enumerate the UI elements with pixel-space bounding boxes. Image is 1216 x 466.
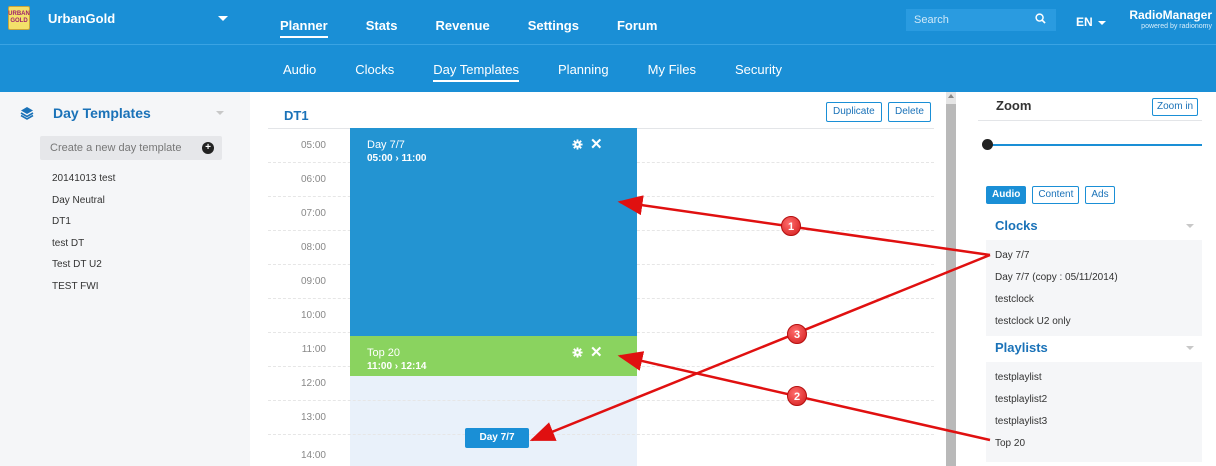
clock-item[interactable]: testclock: [995, 294, 1034, 305]
time-label: 07:00: [300, 208, 326, 219]
day-template-list: 20141013 test Day Neutral DT1 test DT Te…: [52, 172, 115, 301]
time-label: 10:00: [300, 310, 326, 321]
step-badge: 3: [787, 324, 807, 344]
scrollbar-thumb[interactable]: [946, 104, 956, 466]
subnav-my-files[interactable]: My Files: [648, 62, 696, 82]
nav-forum[interactable]: Forum: [617, 18, 657, 38]
subnav-day-templates[interactable]: Day Templates: [433, 62, 520, 82]
nav-planner[interactable]: Planner: [280, 18, 328, 38]
search-box: [906, 9, 1056, 31]
dragged-clock-item[interactable]: Day 7/7: [465, 428, 529, 448]
close-icon[interactable]: ✕: [590, 135, 603, 153]
playlist-item[interactable]: testplaylist2: [995, 394, 1047, 405]
block-title: Day 7/7: [367, 139, 405, 151]
playlist-item[interactable]: Top 20: [995, 438, 1025, 449]
collapse-icon[interactable]: [1186, 346, 1194, 350]
list-item[interactable]: TEST FWI: [52, 280, 115, 302]
clocks-section-title: Clocks: [995, 218, 1038, 233]
subnav-planning[interactable]: Planning: [558, 62, 609, 82]
language-label: EN: [1076, 15, 1093, 29]
sidebar-header: Day Templates: [20, 105, 151, 121]
zoom-title: Zoom: [996, 98, 1032, 113]
playlist-item[interactable]: testplaylist3: [995, 416, 1047, 427]
divider: [978, 120, 1202, 121]
station-name: UrbanGold: [48, 10, 116, 26]
collapse-icon[interactable]: [216, 111, 224, 115]
product-subtitle: powered by radionomy: [1141, 23, 1212, 30]
nav-stats[interactable]: Stats: [366, 18, 398, 38]
product-title: RadioManager: [1129, 8, 1212, 22]
time-label: 06:00: [300, 174, 326, 185]
product-logo: RadioManager powered by radionomy: [1129, 8, 1212, 30]
list-item[interactable]: DT1: [52, 215, 115, 237]
duplicate-button[interactable]: Duplicate: [826, 102, 882, 122]
time-label: 09:00: [300, 276, 326, 287]
clock-item[interactable]: Day 7/7: [995, 250, 1029, 261]
playlists-section-title: Playlists: [995, 340, 1048, 355]
time-label: 14:00: [300, 450, 326, 461]
scroll-up-icon[interactable]: [948, 94, 954, 98]
tab-content[interactable]: Content: [1032, 186, 1080, 204]
chevron-down-icon: [1097, 20, 1106, 25]
language-selector[interactable]: EN: [1076, 15, 1106, 29]
plus-icon: +: [202, 142, 214, 154]
layers-icon: [20, 107, 34, 120]
top-bar: URBAN GOLD UrbanGold Planner Stats Reven…: [0, 0, 1216, 44]
subnav-audio[interactable]: Audio: [283, 62, 316, 82]
day-template-editor: DT1 Duplicate Delete 05:00 06:00 07:00 0…: [268, 92, 940, 466]
step-badge: 2: [787, 386, 807, 406]
zoom-in-button[interactable]: Zoom in: [1152, 98, 1199, 116]
playlist-block[interactable]: Top 20 11:00 › 12:14 ✕: [350, 336, 637, 376]
list-item[interactable]: 20141013 test: [52, 172, 115, 194]
station-dropdown-icon[interactable]: [218, 16, 228, 21]
create-day-template-button[interactable]: Create a new day template +: [40, 136, 222, 160]
template-title: DT1: [284, 108, 309, 123]
tab-ads[interactable]: Ads: [1085, 186, 1115, 204]
subnav-security[interactable]: Security: [735, 62, 782, 82]
tab-audio[interactable]: Audio: [986, 186, 1027, 204]
search-icon[interactable]: [1035, 13, 1046, 24]
right-panel: Zoom Zoom in Audio Content Ads Clocks Da…: [978, 92, 1216, 466]
sub-nav: Audio Clocks Day Templates Planning My F…: [0, 44, 1216, 92]
time-label: 12:00: [300, 378, 326, 389]
clock-item[interactable]: testclock U2 only: [995, 316, 1071, 327]
time-label: 13:00: [300, 412, 326, 423]
gear-icon[interactable]: [572, 139, 583, 150]
clock-item[interactable]: Day 7/7 (copy : 05/11/2014): [995, 272, 1118, 283]
block-time-range: 11:00 › 12:14: [367, 361, 427, 372]
collapse-icon[interactable]: [1186, 224, 1194, 228]
left-sidebar: Day Templates Create a new day template …: [0, 92, 250, 466]
list-item[interactable]: Day Neutral: [52, 194, 115, 216]
hour-line: [268, 434, 934, 435]
block-time-range: 05:00 › 11:00: [367, 153, 427, 164]
station-logo: URBAN GOLD: [8, 6, 30, 30]
delete-button[interactable]: Delete: [888, 102, 931, 122]
subnav-clocks[interactable]: Clocks: [355, 62, 394, 82]
hour-line: [268, 400, 934, 401]
nav-settings[interactable]: Settings: [528, 18, 579, 38]
zoom-slider[interactable]: [986, 144, 1202, 146]
library-tabs: Audio Content Ads: [986, 186, 1121, 204]
step-badge: 1: [781, 216, 801, 236]
block-title: Top 20: [367, 347, 401, 359]
create-day-template-label: Create a new day template: [50, 142, 182, 154]
time-label: 11:00: [301, 344, 326, 355]
close-icon[interactable]: ✕: [590, 343, 603, 361]
zoom-slider-handle[interactable]: [982, 139, 993, 150]
clock-block[interactable]: Day 7/7 05:00 › 11:00 ✕: [350, 128, 637, 336]
main-nav: Planner Stats Revenue Settings Forum: [280, 18, 695, 38]
gear-icon[interactable]: [572, 347, 583, 358]
list-item[interactable]: test DT: [52, 237, 115, 259]
sidebar-title: Day Templates: [53, 105, 151, 121]
brand[interactable]: URBAN GOLD UrbanGold: [8, 6, 115, 30]
list-item[interactable]: Test DT U2: [52, 258, 115, 280]
time-label: 08:00: [300, 242, 326, 253]
playlist-item[interactable]: testplaylist: [995, 372, 1042, 383]
time-label: 05:00: [300, 140, 326, 151]
nav-revenue[interactable]: Revenue: [435, 18, 489, 38]
search-input[interactable]: [906, 9, 1026, 31]
